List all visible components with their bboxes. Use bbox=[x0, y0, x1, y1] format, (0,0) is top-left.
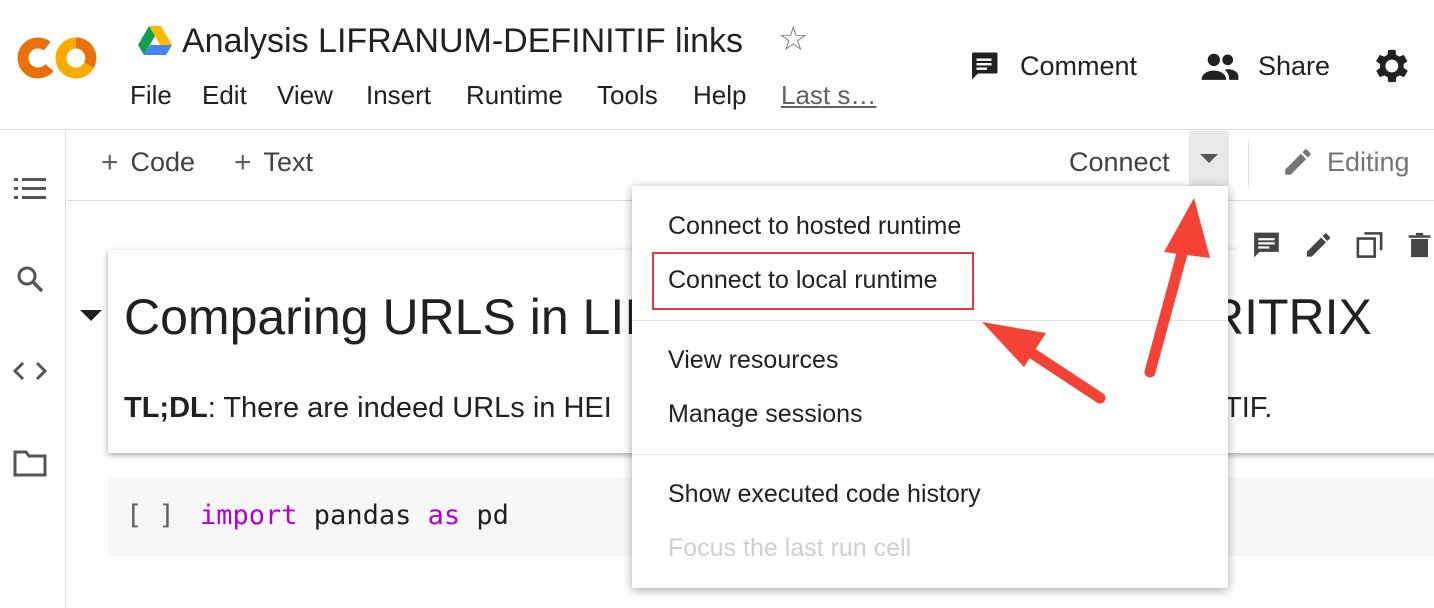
menu-file[interactable]: File bbox=[130, 80, 172, 111]
star-icon[interactable]: ☆ bbox=[778, 22, 808, 56]
menu-view[interactable]: View bbox=[277, 80, 333, 111]
notebook-title[interactable]: Analysis LIFRANUM-DEFINITIF links bbox=[182, 22, 743, 61]
cell-tldr-end: TIF. bbox=[1224, 392, 1273, 424]
add-text-label: Text bbox=[263, 147, 314, 177]
folder-icon[interactable] bbox=[10, 443, 50, 483]
comment-icon bbox=[972, 52, 998, 80]
code-module: pandas bbox=[297, 500, 428, 531]
menu-insert[interactable]: Insert bbox=[366, 80, 431, 111]
connect-dropdown-button[interactable] bbox=[1189, 131, 1229, 187]
tldr-bold: TL;DL bbox=[124, 392, 208, 424]
trash-icon[interactable] bbox=[1405, 229, 1434, 261]
toolbar-divider bbox=[1248, 141, 1249, 187]
share-button[interactable]: Share bbox=[1200, 44, 1330, 88]
gear-icon[interactable] bbox=[1368, 44, 1412, 88]
menu-help[interactable]: Help bbox=[693, 80, 746, 111]
tldr-text: : There are indeed URLs in HEI bbox=[207, 392, 612, 424]
search-icon[interactable] bbox=[10, 259, 50, 299]
keyword-import: import bbox=[200, 500, 298, 531]
connect-button[interactable]: Connect bbox=[1069, 147, 1170, 178]
connect-menu: Connect to hosted runtime Connect to loc… bbox=[632, 186, 1228, 588]
pencil-icon bbox=[1285, 149, 1311, 175]
comment-button[interactable]: Comment bbox=[966, 44, 1137, 88]
cell-tldr: TL;DL: There are indeed URLs in HEI bbox=[124, 392, 612, 425]
code-icon[interactable] bbox=[10, 351, 50, 391]
cell-toolbar bbox=[1238, 222, 1434, 268]
editing-label: Editing bbox=[1327, 146, 1410, 177]
left-sidebar bbox=[0, 131, 66, 608]
cell-comment-icon[interactable] bbox=[1250, 228, 1283, 262]
cell-edit-icon[interactable] bbox=[1303, 229, 1334, 261]
header-bar: Analysis LIFRANUM-DEFINITIF links ☆ File… bbox=[0, 0, 1434, 130]
add-code-label: Code bbox=[130, 147, 196, 177]
highlight-box bbox=[652, 252, 974, 310]
menu-divider bbox=[632, 454, 1228, 455]
menu-runtime[interactable]: Runtime bbox=[466, 80, 563, 111]
drive-icon bbox=[138, 26, 172, 55]
plus-icon: + bbox=[101, 145, 119, 179]
people-icon bbox=[1201, 53, 1239, 80]
menu-edit[interactable]: Edit bbox=[202, 80, 247, 111]
menu-focus-last-cell: Focus the last run cell bbox=[668, 534, 912, 562]
comment-label: Comment bbox=[1020, 50, 1138, 81]
plus-icon: + bbox=[234, 145, 252, 179]
cell-heading-end: RITRIX bbox=[1208, 289, 1372, 345]
add-text-button[interactable]: + Text bbox=[234, 147, 313, 178]
menu-divider bbox=[632, 320, 1228, 321]
last-saved-link[interactable]: Last s… bbox=[781, 80, 876, 111]
editing-mode-button[interactable]: Editing bbox=[1281, 145, 1410, 179]
cell-heading: Comparing URLS in LII bbox=[124, 289, 639, 345]
colab-logo[interactable] bbox=[14, 28, 104, 88]
menu-manage-sessions[interactable]: Manage sessions bbox=[668, 400, 863, 429]
share-label: Share bbox=[1258, 50, 1331, 81]
menu-tools[interactable]: Tools bbox=[597, 80, 658, 111]
collapse-section-icon[interactable] bbox=[80, 310, 102, 321]
add-code-button[interactable]: + Code bbox=[101, 147, 195, 178]
run-cell-button[interactable]: [ ] bbox=[126, 500, 175, 531]
menu-connect-hosted[interactable]: Connect to hosted runtime bbox=[668, 212, 961, 241]
menu-view-resources[interactable]: View resources bbox=[668, 346, 838, 375]
caret-down-icon bbox=[1200, 154, 1218, 163]
keyword-as: as bbox=[427, 500, 461, 531]
toc-icon[interactable] bbox=[10, 169, 50, 209]
code-alias: pd bbox=[460, 500, 509, 531]
cell-mirror-icon[interactable] bbox=[1354, 229, 1385, 261]
code-line[interactable]: import pandas as pd bbox=[200, 500, 509, 531]
menu-show-history[interactable]: Show executed code history bbox=[668, 480, 981, 509]
